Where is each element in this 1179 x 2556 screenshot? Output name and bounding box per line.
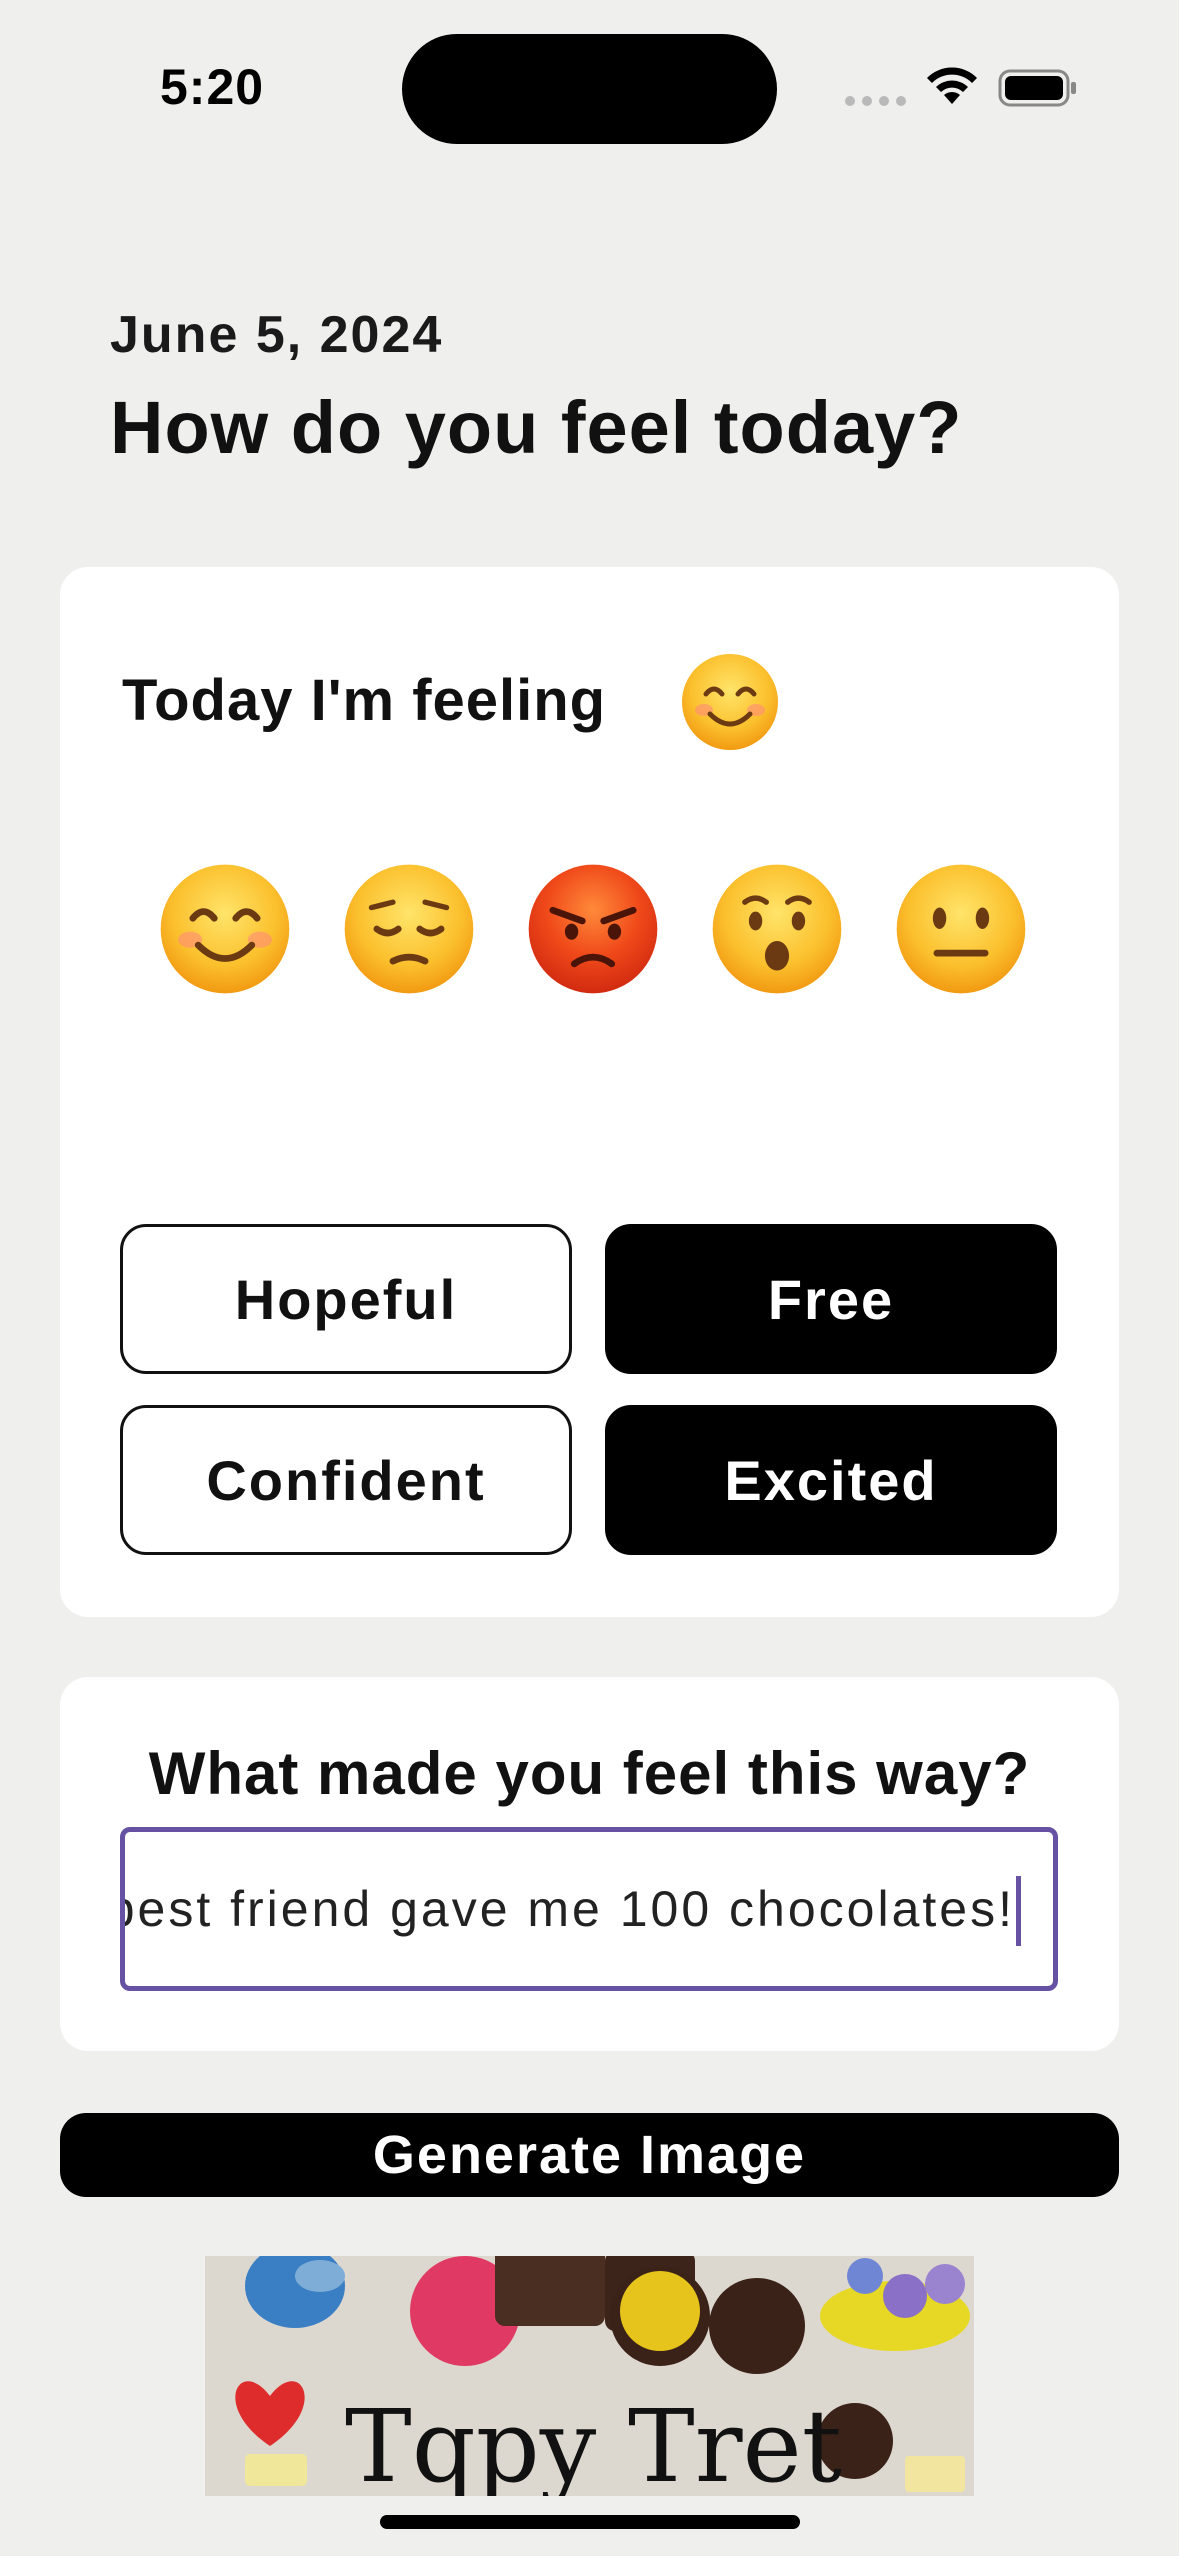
- reason-title: What made you feel this way?: [148, 1740, 1031, 1807]
- home-indicator: [380, 2515, 800, 2529]
- wifi-icon: [927, 67, 977, 104]
- tag-hopeful[interactable]: Hopeful: [120, 1224, 572, 1374]
- dynamic-island: [402, 34, 777, 144]
- surprised-emoji-icon[interactable]: [710, 862, 844, 996]
- smiling-emoji-icon[interactable]: [158, 862, 292, 996]
- neutral-emoji-icon[interactable]: [894, 862, 1028, 996]
- tag-confident[interactable]: Confident: [120, 1405, 572, 1555]
- battery-icon: [998, 69, 1076, 107]
- angry-emoji-icon[interactable]: [526, 862, 660, 996]
- generate-image-button[interactable]: Generate Image: [60, 2113, 1119, 2197]
- tag-free[interactable]: Free: [605, 1224, 1057, 1374]
- reason-input-value: best friend gave me 100 chocolates!: [120, 1881, 1015, 1937]
- pensive-emoji-icon[interactable]: [342, 862, 476, 996]
- current-date: June 5, 2024: [110, 306, 444, 364]
- feeling-label: Today I'm feeling: [122, 668, 607, 733]
- selected-smiling-emoji-icon: [682, 654, 778, 750]
- generated-image: Tqpy Tret: [205, 2256, 974, 2496]
- art-text: Tqpy Tret: [345, 2388, 842, 2496]
- reason-input[interactable]: best friend gave me 100 chocolates!: [120, 1827, 1058, 1991]
- tag-excited[interactable]: Excited: [605, 1405, 1057, 1555]
- reason-card: What made you feel this way? best friend…: [60, 1677, 1119, 2051]
- status-bar: 5:20: [0, 0, 1179, 170]
- text-caret: [1016, 1876, 1021, 1946]
- status-time: 5:20: [160, 59, 265, 115]
- cellular-signal-icon: [845, 96, 906, 106]
- emoji-picker: [60, 862, 1119, 996]
- page-title: How do you feel today?: [110, 386, 963, 469]
- mood-card: Today I'm feeling Hopeful Free Confident…: [60, 567, 1119, 1617]
